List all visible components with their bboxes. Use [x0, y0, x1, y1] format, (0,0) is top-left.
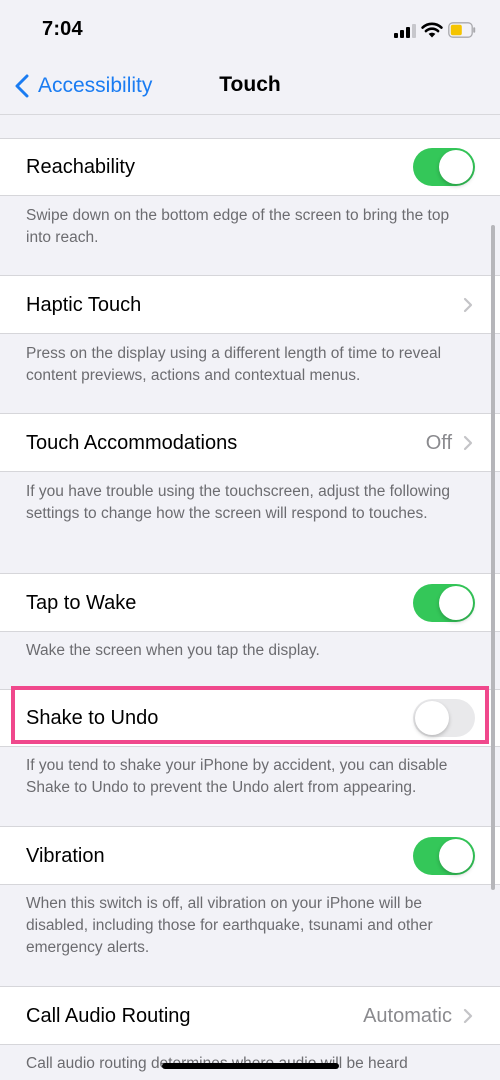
call-audio-routing-row[interactable]: Call Audio Routing Automatic [0, 986, 500, 1045]
call-audio-routing-value: Automatic [363, 1005, 452, 1027]
battery-icon [448, 22, 476, 38]
tap-to-wake-toggle[interactable] [413, 584, 475, 622]
vibration-label: Vibration [26, 845, 105, 867]
chevron-right-icon [463, 297, 473, 313]
vibration-row: Vibration [0, 826, 500, 885]
reachability-row: Reachability [0, 138, 500, 196]
scrollbar[interactable] [491, 225, 495, 890]
navigation-bar: Accessibility Touch [0, 60, 500, 115]
reachability-label: Reachability [26, 156, 135, 178]
highlight-frame [11, 686, 489, 744]
haptic-touch-label: Haptic Touch [26, 294, 142, 316]
status-bar: 7:04 [0, 0, 500, 60]
cellular-signal-icon [394, 24, 416, 38]
page-title: Touch [219, 73, 281, 96]
reachability-toggle[interactable] [413, 148, 475, 186]
haptic-touch-row[interactable]: Haptic Touch [0, 275, 500, 334]
tap-to-wake-label: Tap to Wake [26, 592, 137, 614]
chevron-right-icon [463, 1008, 473, 1024]
chevron-right-icon [463, 435, 473, 451]
shake-to-undo-footer: If you tend to shake your iPhone by acci… [26, 757, 448, 796]
touch-accommodations-row[interactable]: Touch Accommodations Off [0, 413, 500, 472]
wifi-icon [421, 22, 443, 38]
tap-to-wake-row: Tap to Wake [0, 573, 500, 632]
toggle-knob [439, 150, 473, 184]
call-audio-routing-label: Call Audio Routing [26, 1005, 191, 1027]
toggle-knob [439, 839, 473, 873]
haptic-touch-footer: Press on the display using a different l… [26, 345, 442, 384]
reachability-footer: Swipe down on the bottom edge of the scr… [26, 207, 450, 246]
home-indicator[interactable] [162, 1063, 339, 1069]
vibration-footer: When this switch is off, all vibration o… [26, 895, 433, 956]
touch-accommodations-label: Touch Accommodations [26, 432, 238, 454]
vibration-toggle[interactable] [413, 837, 475, 875]
tap-to-wake-footer: Wake the screen when you tap the display… [26, 642, 320, 659]
status-time: 7:04 [42, 18, 83, 40]
touch-accommodations-footer: If you have trouble using the touchscree… [26, 483, 450, 522]
touch-accommodations-value: Off [425, 432, 452, 454]
toggle-knob [439, 586, 473, 620]
